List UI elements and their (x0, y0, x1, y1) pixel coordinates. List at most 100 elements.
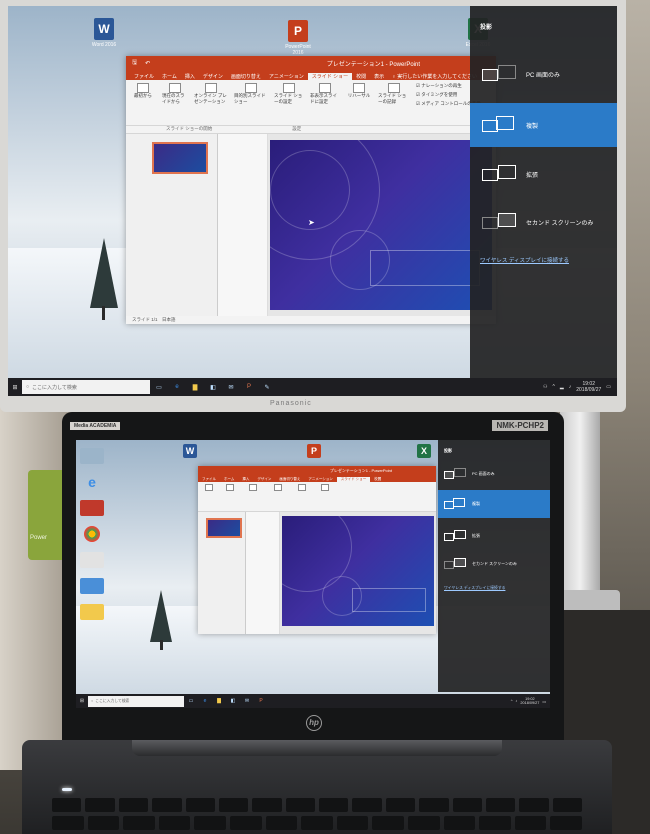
slide-canvas[interactable]: ➤ (270, 140, 492, 310)
key[interactable] (52, 798, 82, 812)
edge-icon[interactable]: e (198, 698, 212, 704)
key[interactable] (385, 798, 416, 812)
edge-icon[interactable]: e (168, 384, 186, 390)
network-icon[interactable]: ▂ (560, 384, 564, 390)
project-option-pc-only[interactable]: PC 画面のみ (470, 56, 617, 92)
tab-review[interactable]: 校閲 (352, 73, 370, 80)
project-option-second-screen[interactable]: セカンド スクリーンのみ (470, 202, 617, 242)
clock[interactable]: 19:02 2018/09/27 (520, 697, 539, 706)
taskbar-search[interactable]: ○ ここに入力して検索 (22, 380, 150, 394)
people-icon[interactable]: ⚇ (543, 384, 547, 390)
key[interactable] (452, 798, 482, 812)
slide-thumbnail-pane[interactable] (126, 134, 218, 324)
file-explorer-icon[interactable]: ▇ (186, 384, 204, 391)
powerpoint-desktop-icon[interactable]: P (300, 444, 328, 458)
excel-desktop-icon[interactable]: X (410, 444, 438, 458)
project-option-duplicate[interactable]: 複製 (470, 103, 617, 147)
key[interactable] (265, 816, 298, 830)
tab-view[interactable]: 表示 (370, 73, 388, 80)
tab-file[interactable]: ファイル (198, 477, 220, 482)
tab-review[interactable]: 校閲 (370, 477, 385, 482)
project-option-extend[interactable]: 拡張 (438, 524, 550, 548)
chevron-up-icon[interactable]: ^ (511, 699, 513, 703)
title-placeholder[interactable] (352, 588, 426, 612)
slide-thumbnail-pane[interactable] (198, 512, 246, 634)
start-icon[interactable]: ⊞ (8, 384, 22, 391)
from-beginning-button[interactable] (200, 484, 218, 509)
control-panel-icon[interactable] (80, 578, 104, 594)
tab-design[interactable]: デザイン (253, 477, 275, 482)
tab-animations[interactable]: アニメーション (265, 73, 308, 80)
paint-icon[interactable]: ✎ (258, 384, 276, 391)
tab-slideshow[interactable]: スライド ショー (336, 477, 371, 482)
key[interactable] (229, 816, 262, 830)
action-center-icon[interactable]: ▭ (606, 384, 611, 390)
key[interactable] (550, 816, 582, 830)
setup-show-button[interactable] (292, 484, 312, 509)
key[interactable] (479, 816, 511, 830)
project-option-extend[interactable]: 拡張 (470, 154, 617, 194)
tab-home[interactable]: ホーム (158, 73, 181, 80)
tab-file[interactable]: ファイル (130, 73, 158, 80)
key[interactable] (152, 798, 182, 812)
task-view-icon[interactable]: ▭ (150, 384, 168, 391)
from-current-button[interactable]: 現在のスライドから (162, 83, 188, 122)
powerpoint-window[interactable]: 🖫 ↶ プレゼンテーション1 - PowerPoint ファイル ホーム 挿入 … (126, 56, 496, 324)
online-present-button[interactable]: オンライン プレゼンテーション (194, 83, 228, 122)
save-icon[interactable]: 🖫 (132, 58, 137, 68)
hide-slide-button[interactable]: 非表示スライドに設定 (310, 83, 340, 122)
key[interactable] (407, 816, 440, 830)
slide-thumbnail[interactable] (206, 518, 242, 538)
key[interactable] (336, 816, 369, 830)
start-icon[interactable]: ⊞ (76, 698, 88, 704)
key[interactable] (319, 798, 349, 812)
recycle-bin-icon[interactable] (80, 448, 104, 464)
tab-transitions[interactable]: 画面切り替え (227, 73, 265, 80)
store-icon[interactable]: ◧ (204, 384, 222, 391)
key[interactable] (218, 798, 249, 812)
record-show-button[interactable]: スライド ショーの記録 (378, 83, 410, 122)
key[interactable] (443, 816, 476, 830)
key[interactable] (118, 798, 149, 812)
key[interactable] (87, 816, 120, 830)
pc-icon[interactable] (80, 552, 104, 568)
slide-canvas[interactable] (282, 516, 434, 626)
chrome-icon[interactable] (84, 526, 100, 542)
project-option-duplicate[interactable]: 複製 (438, 490, 550, 518)
key[interactable] (185, 798, 215, 812)
online-present-button[interactable] (242, 484, 264, 509)
slide-thumbnail[interactable] (152, 142, 208, 174)
task-view-icon[interactable]: ▭ (184, 698, 198, 704)
key[interactable] (519, 798, 549, 812)
tab-slideshow[interactable]: スライド ショー (307, 73, 353, 80)
tab-transitions[interactable]: 画面切り替え (275, 477, 304, 482)
clock[interactable]: 19:02 2018/09/27 (576, 381, 601, 393)
key[interactable] (123, 816, 155, 830)
key[interactable] (52, 816, 84, 830)
wireless-display-link[interactable]: ワイヤレス ディスプレイに接続する (444, 586, 505, 591)
edge-icon[interactable]: e (80, 474, 104, 490)
tab-insert[interactable]: 挿入 (181, 73, 199, 80)
action-center-icon[interactable]: ▭ (542, 699, 546, 704)
key[interactable] (194, 816, 226, 830)
undo-icon[interactable]: ↶ (145, 60, 150, 67)
powerpoint-taskbar-icon[interactable]: P (240, 384, 258, 390)
key[interactable] (514, 816, 547, 830)
tab-animations[interactable]: アニメーション (304, 477, 336, 482)
folder-icon[interactable] (80, 604, 104, 620)
key[interactable] (485, 798, 516, 812)
volume-icon[interactable]: ♪ (569, 384, 572, 390)
key[interactable] (419, 798, 449, 812)
mail-icon[interactable]: ✉ (240, 698, 254, 704)
adobe-reader-icon[interactable] (80, 500, 104, 516)
volume-icon[interactable]: ♪ (515, 699, 517, 703)
taskbar-search[interactable]: ○ ここに入力して検索 (88, 695, 184, 707)
key[interactable] (252, 798, 282, 812)
key[interactable] (158, 816, 191, 830)
hide-slide-button[interactable] (315, 484, 335, 509)
custom-show-button[interactable]: 目的別スライド ショー (234, 83, 268, 122)
key[interactable] (552, 798, 582, 812)
tab-insert[interactable]: 挿入 (238, 477, 253, 482)
powerpoint-desktop-icon[interactable]: P PowerPoint 2016 (280, 20, 316, 56)
setup-show-button[interactable]: スライド ショーの設定 (274, 83, 304, 122)
